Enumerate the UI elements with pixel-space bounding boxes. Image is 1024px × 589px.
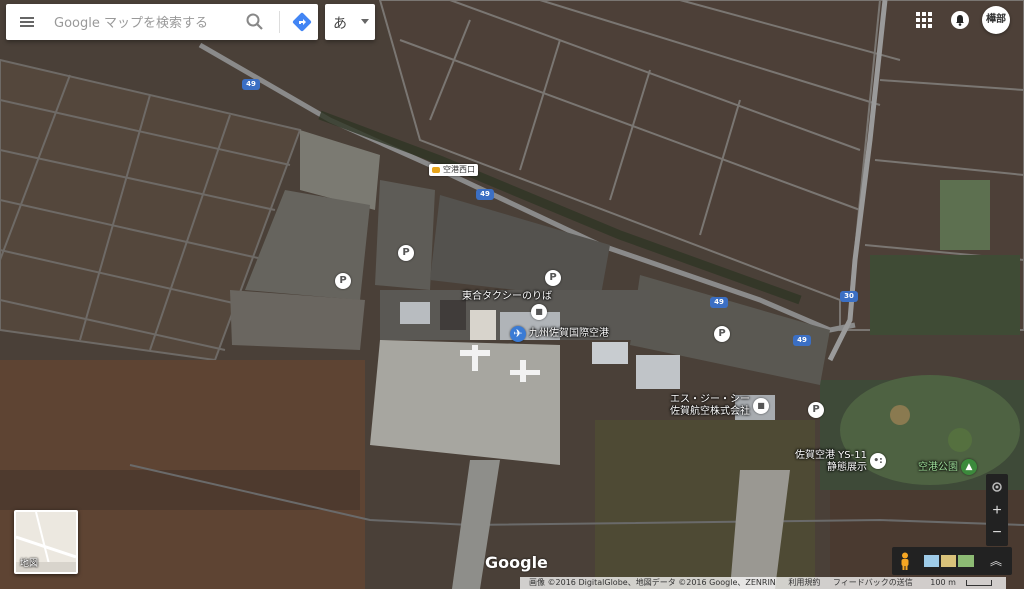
input-method-selector[interactable]: あ xyxy=(325,4,375,40)
search-icon xyxy=(246,13,263,30)
parking-icon[interactable]: P xyxy=(335,273,351,289)
notifications-icon[interactable] xyxy=(950,10,970,30)
ys11-label-line1: 佐賀空港 YS-11 xyxy=(795,450,867,461)
imagery-thumbnails[interactable] xyxy=(924,555,974,567)
green-field xyxy=(940,180,990,250)
parking-icon[interactable]: P xyxy=(545,270,561,286)
company-icon[interactable]: ■ xyxy=(753,398,769,414)
caret-down-icon[interactable] xyxy=(361,19,369,24)
directions-icon xyxy=(292,12,312,32)
park-tree-icon[interactable]: ▲ xyxy=(961,459,977,475)
parking-icon[interactable]: P xyxy=(714,326,730,342)
taxi-stand-icon[interactable]: ■ xyxy=(531,304,547,320)
minimap-label: 地図 xyxy=(20,559,39,569)
taxi-stand-label[interactable]: 東合タクシーのりば xyxy=(462,291,552,303)
expand-icon[interactable]: ︽ xyxy=(990,552,1002,569)
search-button[interactable] xyxy=(244,11,266,33)
apps-grid-icon[interactable] xyxy=(915,11,933,29)
hamburger-icon xyxy=(20,17,34,27)
company-label-line1: エス・ジー・シー xyxy=(670,394,750,405)
search-divider xyxy=(279,11,280,33)
imagery-bar: ︽ xyxy=(892,547,1012,575)
company-label-line2: 佐賀航空株式会社 xyxy=(670,406,750,417)
airport-label[interactable]: 九州佐賀国際空港 xyxy=(529,328,609,340)
pegman-icon[interactable] xyxy=(898,552,912,570)
zoom-in-button[interactable]: + xyxy=(986,500,1008,522)
route-shield-49: 49 xyxy=(710,297,728,308)
map-type-toggle[interactable]: 地図 xyxy=(14,510,78,574)
route-shield-49: 49 xyxy=(476,189,494,200)
parking-icon[interactable]: P xyxy=(398,245,414,261)
menu-button[interactable] xyxy=(14,9,40,35)
search-box xyxy=(6,4,318,40)
ys11-label-line2: 静態展示 xyxy=(826,462,867,473)
ys11-exhibit-label[interactable]: 佐賀空港 YS-11 静態展示 xyxy=(795,450,867,474)
my-location-icon xyxy=(992,482,1002,492)
my-location-button[interactable] xyxy=(986,476,1008,498)
account-avatar[interactable]: 樺部 xyxy=(982,6,1010,34)
imagery-attribution: 画像 ©2016 DigitalGlobe、地図データ ©2016 Google… xyxy=(529,578,776,587)
input-method-label: あ xyxy=(333,16,347,32)
airport-icon[interactable]: ✈ xyxy=(510,326,526,342)
park-label[interactable]: 空港公園 xyxy=(918,462,958,474)
directions-button[interactable] xyxy=(290,10,314,34)
parking-icon[interactable]: P xyxy=(808,402,824,418)
exhibit-icon[interactable]: •: xyxy=(870,453,886,469)
scale-bar xyxy=(965,579,992,586)
green-field xyxy=(870,255,1020,335)
scale-label: 100 m xyxy=(930,578,956,587)
route-shield-30: 30 xyxy=(840,291,858,302)
scale-indicator[interactable]: 100 m xyxy=(925,578,997,587)
feedback-link[interactable]: フィードバックの送信 xyxy=(833,578,913,587)
company-label[interactable]: エス・ジー・シー 佐賀航空株式会社 xyxy=(670,394,750,418)
bus-stop-label[interactable]: 空港西口 xyxy=(429,164,478,176)
zoom-out-button[interactable]: − xyxy=(986,522,1008,544)
terms-link[interactable]: 利用規約 xyxy=(788,578,820,587)
zoom-control: + − xyxy=(986,474,1008,546)
route-shield-49: 49 xyxy=(242,79,260,90)
google-logo: Google xyxy=(485,553,548,572)
route-shield-49: 49 xyxy=(793,335,811,346)
apron xyxy=(370,340,560,465)
search-input[interactable] xyxy=(52,12,242,34)
bus-stop-text: 空港西口 xyxy=(443,165,475,174)
map-footer: 画像 ©2016 DigitalGlobe、地図データ ©2016 Google… xyxy=(520,577,1006,589)
